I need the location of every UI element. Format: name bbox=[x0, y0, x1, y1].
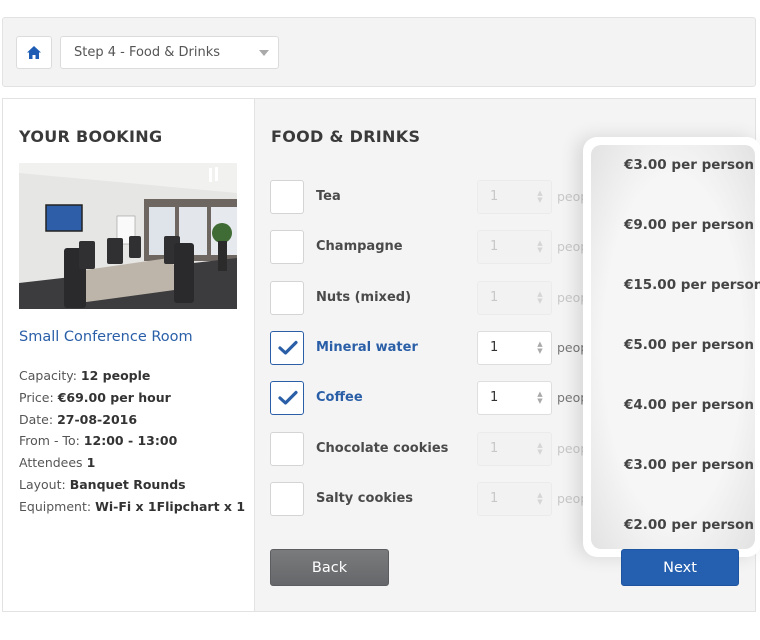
item-label: Coffee bbox=[316, 390, 363, 405]
checkbox-nuts-mixed[interactable] bbox=[270, 281, 304, 315]
detail-date: Date: 27-08-2016 bbox=[19, 411, 138, 427]
quantity-input-champagne[interactable]: 1 ▲ ▼ bbox=[477, 230, 552, 264]
quantity-value: 1 bbox=[490, 189, 499, 204]
checkbox-tea[interactable] bbox=[270, 180, 304, 214]
home-button[interactable] bbox=[16, 36, 52, 69]
quantity-spinner[interactable]: ▲ ▼ bbox=[536, 240, 544, 254]
price-list-popover: €3.00 per person €9.00 per person €15.00… bbox=[583, 137, 760, 557]
detail-equipment: Equipment: Wi-Fi x 1Flipchart x 1 bbox=[19, 498, 246, 514]
detail-attendees: Attendees 1 bbox=[19, 455, 96, 471]
detail-capacity: Capacity: 12 people bbox=[19, 368, 151, 383]
chevron-down-icon[interactable]: ▼ bbox=[536, 197, 544, 204]
quantity-spinner[interactable]: ▲ ▼ bbox=[536, 341, 544, 355]
price-chocolate-cookies: €3.00 per person bbox=[624, 457, 754, 473]
quantity-input-salty-cookies[interactable]: 1 ▲ ▼ bbox=[477, 482, 552, 516]
price-salty-cookies: €2.00 per person bbox=[624, 517, 754, 533]
price-tea: €3.00 per person bbox=[624, 157, 754, 173]
price-coffee: €4.00 per person bbox=[624, 397, 754, 413]
price-mineral-water: €5.00 per person bbox=[624, 337, 754, 353]
chevron-down-icon bbox=[259, 50, 269, 56]
checkbox-chocolate-cookies[interactable] bbox=[270, 432, 304, 466]
quantity-input-chocolate-cookies[interactable]: 1 ▲ ▼ bbox=[477, 432, 552, 466]
food-item-champagne: Champagne1▲▼people bbox=[270, 230, 600, 264]
chevron-down-icon[interactable]: ▼ bbox=[536, 398, 544, 405]
step-select-value: Step 4 - Food & Drinks bbox=[74, 45, 221, 60]
quantity-value: 1 bbox=[490, 290, 499, 305]
chevron-down-icon[interactable]: ▼ bbox=[536, 348, 544, 355]
quantity-value: 1 bbox=[490, 390, 499, 405]
checkbox-champagne[interactable] bbox=[270, 230, 304, 264]
item-label: Mineral water bbox=[316, 340, 418, 355]
detail-layout: Layout: Banquet Rounds bbox=[19, 476, 186, 492]
quantity-value: 1 bbox=[490, 491, 499, 506]
item-label: Tea bbox=[316, 189, 341, 204]
checkbox-mineral-water[interactable] bbox=[270, 331, 304, 365]
room-photo bbox=[19, 163, 237, 309]
quantity-spinner[interactable]: ▲ ▼ bbox=[536, 442, 544, 456]
food-item-tea: Tea1▲▼people bbox=[270, 180, 600, 214]
quantity-spinner[interactable]: ▲ ▼ bbox=[536, 391, 544, 405]
food-item-chocolate-cookies: Chocolate cookies1▲▼people bbox=[270, 432, 600, 466]
chevron-down-icon[interactable]: ▼ bbox=[536, 449, 544, 456]
quantity-input-coffee[interactable]: 1 ▲ ▼ bbox=[477, 381, 552, 415]
quantity-spinner[interactable]: ▲ ▼ bbox=[536, 190, 544, 204]
item-label: Champagne bbox=[316, 239, 403, 254]
step-toolbar: Step 4 - Food & Drinks bbox=[2, 17, 756, 87]
checkmark-icon bbox=[278, 340, 298, 355]
item-label: Chocolate cookies bbox=[316, 441, 449, 456]
quantity-spinner[interactable]: ▲ ▼ bbox=[536, 291, 544, 305]
item-label: Salty cookies bbox=[316, 491, 414, 506]
booking-details: Capacity: 12 people Price: €69.00 per ho… bbox=[19, 365, 245, 518]
price-list: €3.00 per person €9.00 per person €15.00… bbox=[591, 145, 760, 549]
room-name-link[interactable]: Small Conference Room bbox=[19, 329, 193, 345]
quantity-input-mineral-water[interactable]: 1 ▲ ▼ bbox=[477, 331, 552, 365]
detail-price: Price: €69.00 per hour bbox=[19, 389, 171, 405]
quantity-value: 1 bbox=[490, 441, 499, 456]
chevron-down-icon[interactable]: ▼ bbox=[536, 499, 544, 506]
detail-time: From - To: 12:00 - 13:00 bbox=[19, 433, 178, 449]
checkmark-icon bbox=[278, 390, 298, 405]
price-champagne: €9.00 per person bbox=[624, 217, 754, 233]
item-label: Nuts (mixed) bbox=[316, 290, 412, 305]
quantity-spinner[interactable]: ▲ ▼ bbox=[536, 492, 544, 506]
food-item-nuts-mixed: Nuts (mixed)1▲▼people bbox=[270, 281, 600, 315]
booking-title: YOUR BOOKING bbox=[19, 127, 163, 146]
quantity-value: 1 bbox=[490, 340, 499, 355]
chevron-down-icon[interactable]: ▼ bbox=[536, 298, 544, 305]
quantity-value: 1 bbox=[490, 239, 499, 254]
food-item-salty-cookies: Salty cookies1▲▼people bbox=[270, 482, 600, 516]
chevron-down-icon[interactable]: ▼ bbox=[536, 247, 544, 254]
food-item-coffee: Coffee1▲▼people bbox=[270, 381, 600, 415]
home-icon bbox=[27, 46, 41, 59]
food-item-mineral-water: Mineral water1▲▼people bbox=[270, 331, 600, 365]
food-drinks-title: FOOD & DRINKS bbox=[271, 127, 421, 146]
checkbox-coffee[interactable] bbox=[270, 381, 304, 415]
checkbox-salty-cookies[interactable] bbox=[270, 482, 304, 516]
quantity-input-nuts-mixed[interactable]: 1 ▲ ▼ bbox=[477, 281, 552, 315]
next-button[interactable]: Next bbox=[621, 549, 739, 586]
price-nuts: €15.00 per person bbox=[624, 277, 760, 293]
quantity-input-tea[interactable]: 1 ▲ ▼ bbox=[477, 180, 552, 214]
step-select[interactable]: Step 4 - Food & Drinks bbox=[60, 36, 279, 69]
back-button[interactable]: Back bbox=[270, 549, 389, 586]
booking-summary-panel: YOUR BOOKING Small Conference Room Capac… bbox=[2, 98, 254, 612]
